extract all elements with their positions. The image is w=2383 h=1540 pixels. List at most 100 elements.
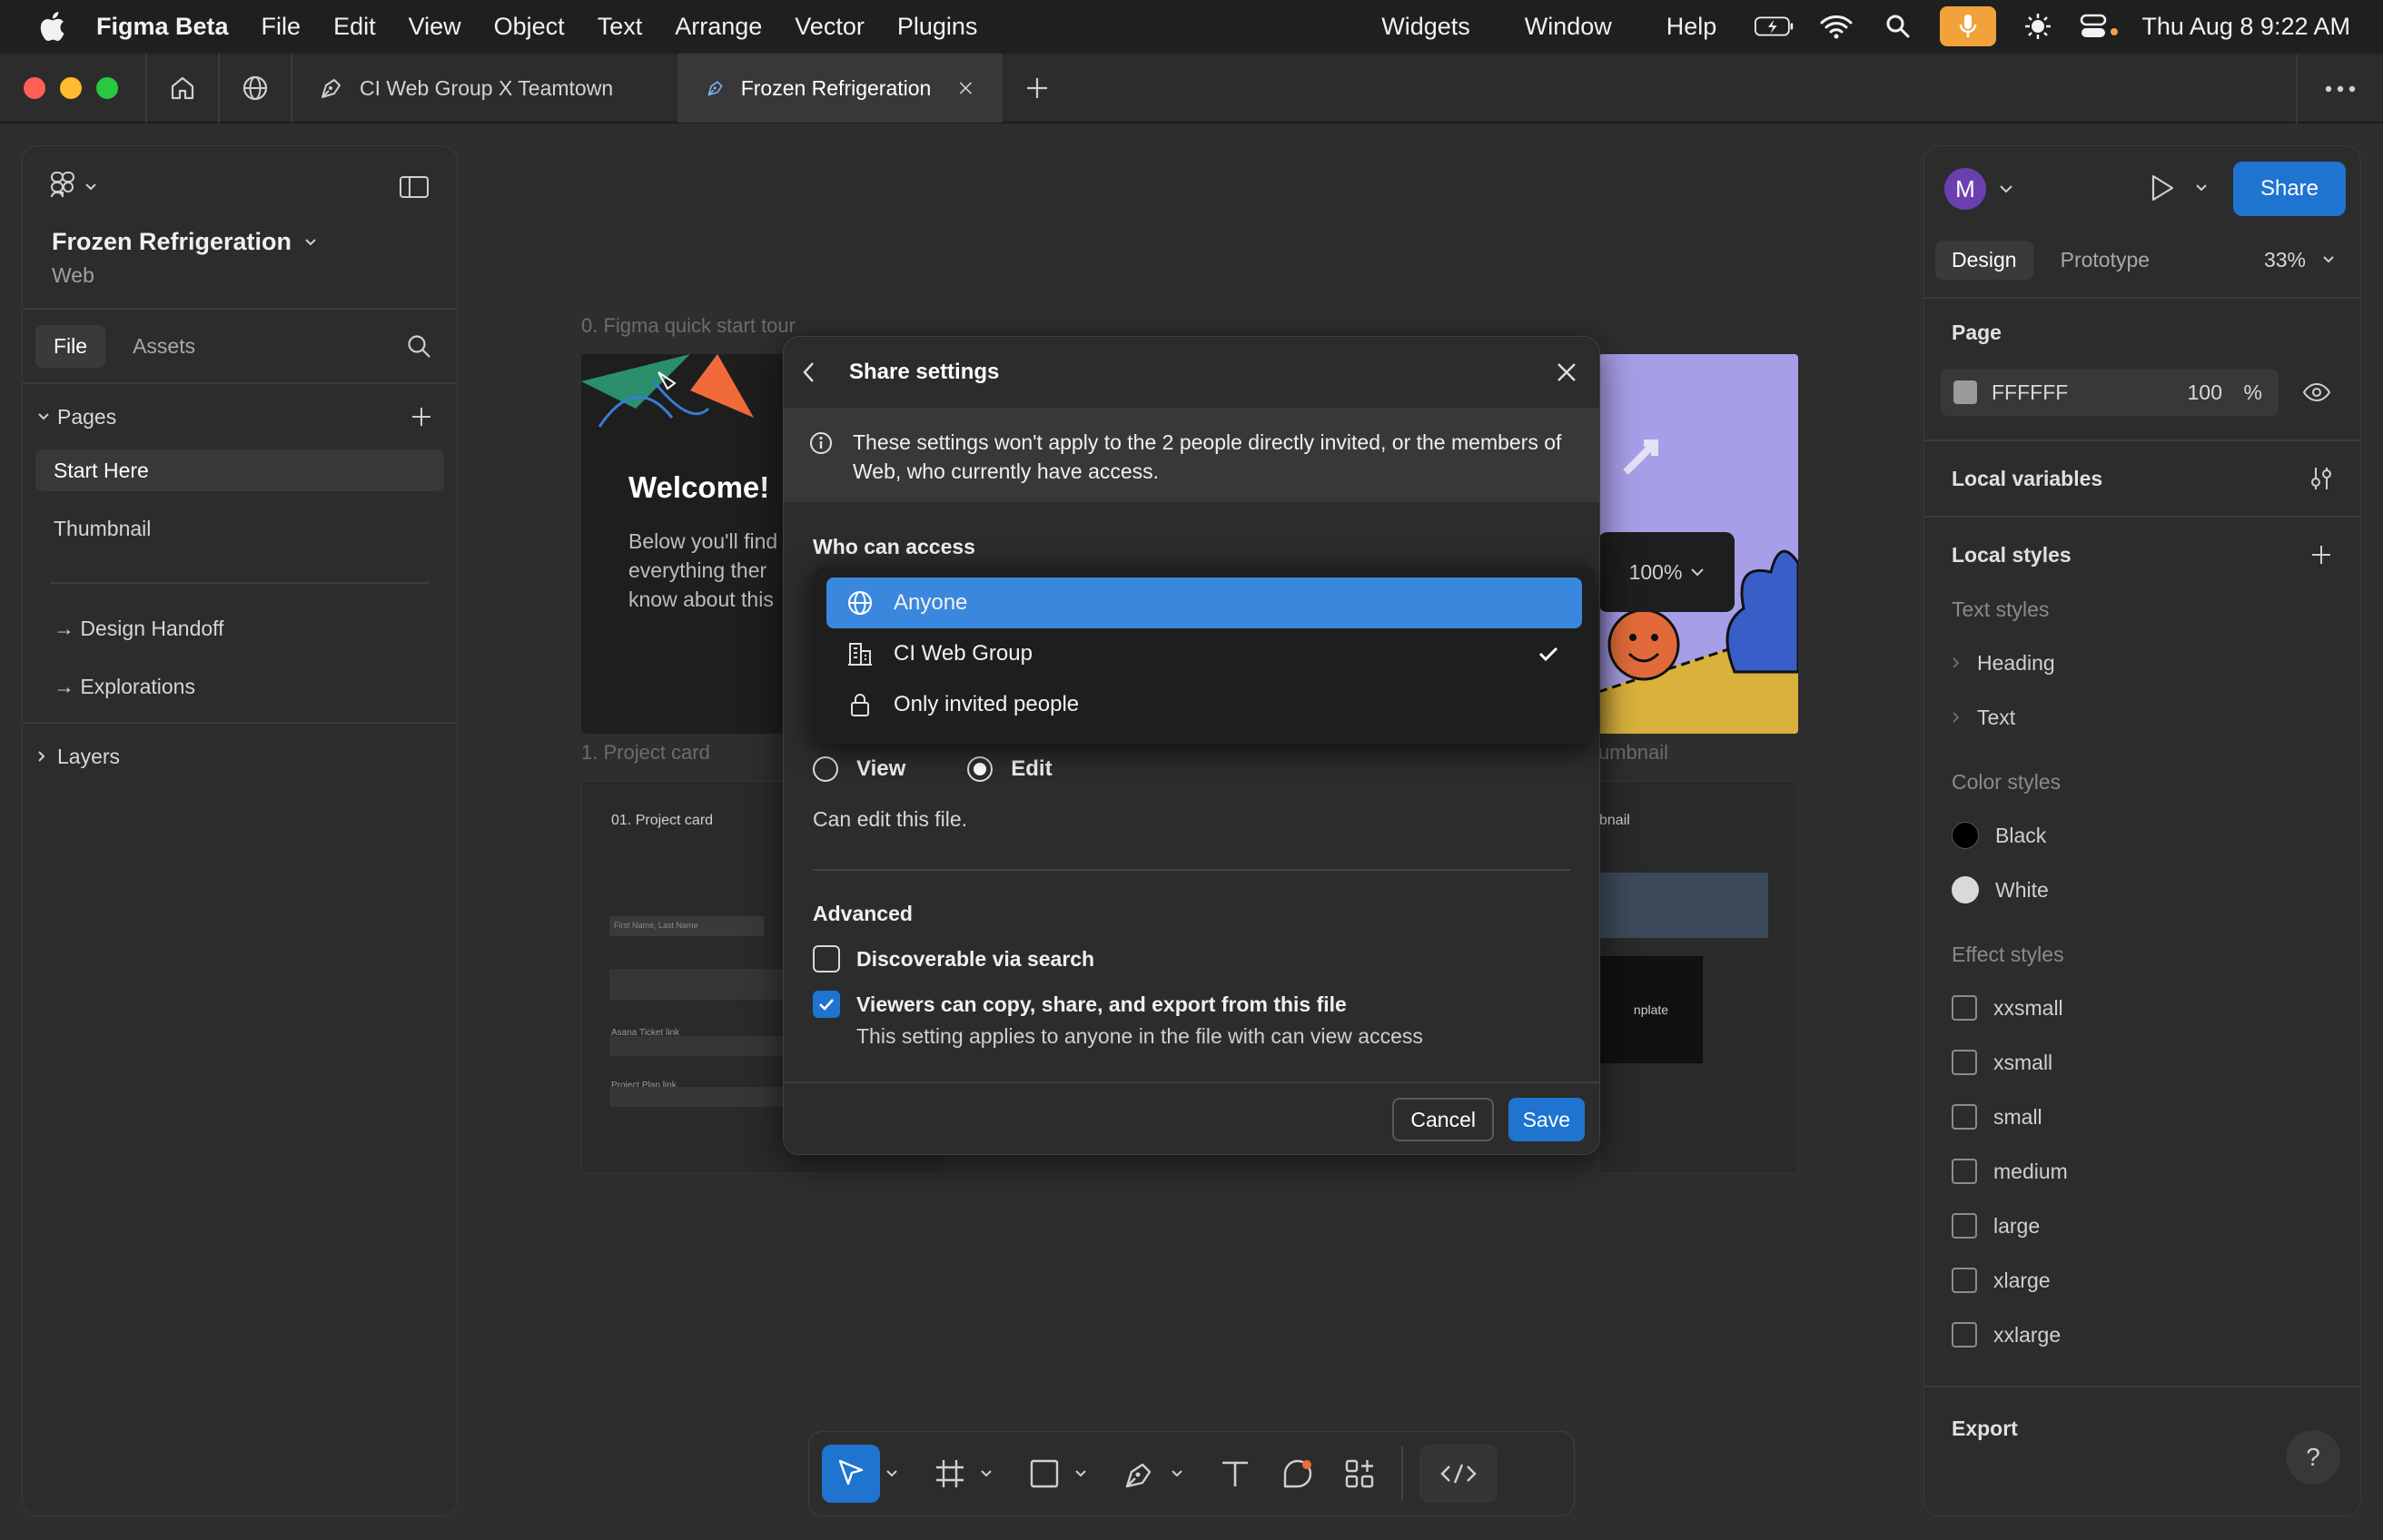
share-button[interactable]: Share xyxy=(2233,162,2346,216)
access-option-only-invited[interactable]: Only invited people xyxy=(826,679,1582,730)
tab-design[interactable]: Design xyxy=(1935,240,2033,280)
tab-ci-web-group[interactable]: CI Web Group X Teamtown xyxy=(291,54,677,123)
community-button[interactable] xyxy=(218,54,291,123)
eye-icon[interactable] xyxy=(2302,382,2331,402)
menu-app-name[interactable]: Figma Beta xyxy=(96,13,245,41)
shape-tool-button[interactable] xyxy=(1020,1445,1069,1503)
menu-object[interactable]: Object xyxy=(478,13,581,41)
pages-section-header[interactable]: Pages xyxy=(23,384,457,449)
thumbnail-frame[interactable]: 100% xyxy=(1598,354,1798,734)
sidebar-toggle-icon[interactable] xyxy=(399,175,430,199)
add-style-icon[interactable] xyxy=(2309,543,2333,567)
menu-plugins[interactable]: Plugins xyxy=(881,13,994,41)
viewers-copy-option[interactable]: Viewers can copy, share, and export from… xyxy=(813,991,1423,1049)
spotlight-search-icon[interactable] xyxy=(1878,8,1918,44)
pen-tool-button[interactable] xyxy=(1114,1445,1165,1503)
microphone-icon[interactable] xyxy=(1940,6,1997,46)
zoom-chip[interactable]: 100% xyxy=(1598,532,1735,612)
save-button[interactable]: Save xyxy=(1508,1098,1585,1141)
home-button[interactable] xyxy=(145,54,218,123)
viewers-copy-label[interactable]: Viewers can copy, share, and export from… xyxy=(856,992,1423,1017)
chevron-down-icon[interactable] xyxy=(1171,1469,1183,1478)
minimize-window-button[interactable] xyxy=(60,77,82,99)
access-option-anyone[interactable]: Anyone xyxy=(826,578,1582,628)
chevron-down-icon[interactable] xyxy=(1999,184,2013,193)
avatar[interactable]: M xyxy=(1944,168,1986,210)
tab-frozen-refrigeration[interactable]: Frozen Refrigeration xyxy=(677,54,1001,123)
variables-settings-icon[interactable] xyxy=(2309,466,2333,491)
close-window-button[interactable] xyxy=(24,77,45,99)
discoverable-option[interactable]: Discoverable via search xyxy=(813,945,1094,972)
effect-style-large[interactable]: large xyxy=(1924,1199,2360,1253)
search-icon[interactable] xyxy=(406,333,431,359)
text-style-text[interactable]: Text xyxy=(1924,690,2360,745)
tab-file[interactable]: File xyxy=(35,324,106,368)
menu-widgets[interactable]: Widgets xyxy=(1365,13,1487,41)
chevron-down-icon[interactable] xyxy=(980,1469,993,1478)
frame-label-thumbnail[interactable]: umbnail xyxy=(1598,741,1668,765)
edit-radio[interactable] xyxy=(967,756,994,782)
page-item-design-handoff[interactable]: → Design Handoff xyxy=(35,607,444,649)
page-color-field[interactable]: FFFFFF 100 % xyxy=(1941,369,2279,416)
zoom-level[interactable]: 33% xyxy=(2264,248,2306,272)
chevron-down-icon[interactable] xyxy=(2322,255,2335,264)
new-tab-button[interactable] xyxy=(1001,54,1072,123)
page-item-start-here[interactable]: Start Here xyxy=(35,449,444,491)
menu-view[interactable]: View xyxy=(392,13,478,41)
access-option-ci-web-group[interactable]: CI Web Group xyxy=(826,628,1582,679)
team-name[interactable]: Web xyxy=(23,256,457,288)
file-name-button[interactable]: Frozen Refrigeration xyxy=(23,228,457,256)
color-style-black[interactable]: Black xyxy=(1924,808,2360,863)
color-style-white[interactable]: White xyxy=(1924,863,2360,917)
resources-tool-button[interactable] xyxy=(1334,1445,1385,1503)
battery-icon[interactable] xyxy=(1755,8,1795,44)
present-button[interactable] xyxy=(2150,173,2208,202)
thumbnail-card-frame[interactable]: bnail nplate xyxy=(1598,781,1798,1173)
menubar-clock[interactable]: Thu Aug 8 9:22 AM xyxy=(2141,13,2350,41)
close-icon[interactable] xyxy=(1556,361,1577,383)
frame-label-project-card[interactable]: 1. Project card xyxy=(581,741,710,765)
viewers-copy-checkbox[interactable] xyxy=(813,991,840,1018)
effect-style-small[interactable]: small xyxy=(1924,1090,2360,1144)
menu-help[interactable]: Help xyxy=(1650,13,1734,41)
page-color-value[interactable]: FFFFFF xyxy=(1992,380,2068,405)
move-tool-button[interactable] xyxy=(822,1445,880,1503)
dev-mode-toggle[interactable] xyxy=(1419,1445,1498,1503)
page-opacity-value[interactable]: 100 xyxy=(2188,380,2222,405)
help-button[interactable]: ? xyxy=(2286,1430,2340,1485)
view-radio-label[interactable]: View xyxy=(856,756,905,782)
effect-style-xxsmall[interactable]: xxsmall xyxy=(1924,981,2360,1035)
more-options-button[interactable] xyxy=(2296,54,2383,123)
menu-text[interactable]: Text xyxy=(581,13,659,41)
chevron-down-icon[interactable] xyxy=(885,1469,898,1478)
menu-vector[interactable]: Vector xyxy=(778,13,881,41)
wifi-icon[interactable] xyxy=(1816,8,1856,44)
page-item-thumbnail[interactable]: Thumbnail xyxy=(35,508,444,549)
effect-style-medium[interactable]: medium xyxy=(1924,1144,2360,1199)
comment-tool-button[interactable] xyxy=(1272,1445,1323,1503)
cancel-button[interactable]: Cancel xyxy=(1392,1098,1494,1141)
layers-section-header[interactable]: Layers xyxy=(23,724,457,789)
menu-edit[interactable]: Edit xyxy=(317,13,392,41)
main-menu-button[interactable] xyxy=(50,171,97,203)
discoverable-label[interactable]: Discoverable via search xyxy=(856,947,1094,972)
color-swatch[interactable] xyxy=(1953,380,1977,404)
control-center-icon[interactable] xyxy=(2080,8,2120,44)
discoverable-checkbox[interactable] xyxy=(813,945,840,972)
close-tab-icon[interactable] xyxy=(958,78,974,98)
tab-prototype[interactable]: Prototype xyxy=(2044,241,2166,280)
menu-window[interactable]: Window xyxy=(1508,13,1628,41)
chevron-down-icon[interactable] xyxy=(1074,1469,1087,1478)
effect-style-xsmall[interactable]: xsmall xyxy=(1924,1035,2360,1090)
tab-assets[interactable]: Assets xyxy=(114,325,213,368)
frame-label-quick-start[interactable]: 0. Figma quick start tour xyxy=(581,314,796,338)
page-item-explorations[interactable]: → Explorations xyxy=(35,666,444,707)
edit-radio-label[interactable]: Edit xyxy=(1011,756,1052,782)
frame-tool-button[interactable] xyxy=(925,1445,974,1503)
maximize-window-button[interactable] xyxy=(96,77,118,99)
back-arrow-icon[interactable] xyxy=(802,360,816,384)
focus-icon[interactable] xyxy=(2018,8,2058,44)
effect-style-xlarge[interactable]: xlarge xyxy=(1924,1253,2360,1308)
local-variables-row[interactable]: Local variables xyxy=(1924,450,2360,507)
add-page-icon[interactable] xyxy=(410,405,433,429)
